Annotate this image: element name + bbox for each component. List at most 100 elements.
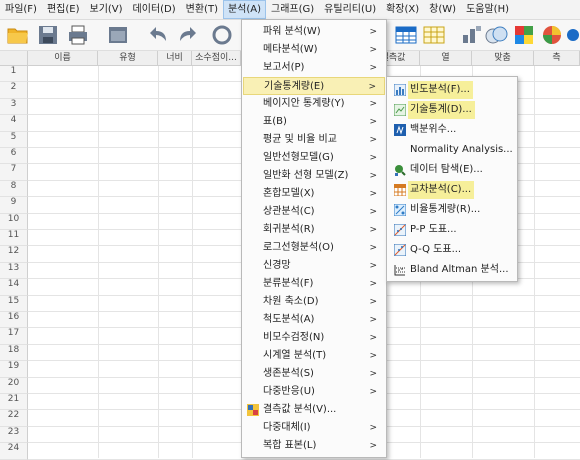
row-header[interactable]: 5 [0,131,28,148]
chevron-right-icon: > [369,441,377,451]
menu-graphs[interactable]: 그래프(G) [266,0,319,19]
value-labels-icon[interactable] [422,23,446,47]
menu-item-tables[interactable]: 표(B) > [243,113,385,131]
menu-item-complex-samples[interactable]: 복합 표본(L) > [243,437,385,455]
menu-edit[interactable]: 편집(E) [42,0,85,19]
menu-window[interactable]: 창(W) [424,0,461,19]
chevron-right-icon: > [369,297,377,307]
row-header[interactable]: 2 [0,82,28,99]
chevron-right-icon: > [369,333,377,343]
menu-analyze[interactable]: 분석(A) [222,0,267,19]
row-header[interactable]: 18 [0,344,28,362]
row-header[interactable]: 6 [0,148,28,165]
pp-plot-icon [394,224,406,236]
menu-extensions[interactable]: 확장(X) [381,0,424,19]
row-header[interactable]: 10 [0,213,28,230]
menu-item-multiple-response[interactable]: 다중반응(U) > [243,383,385,401]
menu-data[interactable]: 데이터(D) [128,0,181,19]
save-icon[interactable] [36,23,60,47]
row-header[interactable]: 4 [0,115,28,132]
menu-help[interactable]: 도움말(H) [461,0,514,19]
row-header[interactable]: 7 [0,164,28,181]
row-header[interactable]: 9 [0,197,28,214]
menu-item-nonparametric[interactable]: 비모수검정(N) > [243,329,385,347]
row-header[interactable]: 21 [0,394,28,411]
redo-icon[interactable] [176,23,200,47]
menu-item-ratio[interactable]: 비율통계량(R)... [388,201,516,219]
row-header[interactable]: 8 [0,180,28,198]
column-header-type[interactable]: 유형 [98,51,158,66]
menu-item-meta-analysis[interactable]: 메타분석(W) > [243,41,385,59]
menu-item-time-series[interactable]: 시계열 분석(T) > [243,347,385,365]
menu-item-dimension-reduction[interactable]: 차원 축소(D) > [243,293,385,311]
select-cases-icon[interactable] [512,23,536,47]
menu-item-neural-networks[interactable]: 신경망 > [243,257,385,275]
column-header-width[interactable]: 너비 [158,51,192,66]
chevron-right-icon: > [369,189,377,199]
column-header-measure[interactable]: 측 [534,51,580,66]
dialog-recall-icon[interactable] [106,23,130,47]
variables-icon[interactable] [394,23,418,47]
row-header[interactable]: 15 [0,295,28,312]
column-header-name[interactable]: 이름 [28,51,98,66]
menu-item-loglinear[interactable]: 로그선형분석(O) > [243,239,385,257]
percentiles-icon [394,124,406,136]
goto-case-icon[interactable] [210,23,234,47]
row-header[interactable]: 19 [0,361,28,378]
chevron-right-icon: > [369,153,377,163]
insert-variable-icon[interactable] [460,23,484,47]
menu-transform[interactable]: 변환(T) [181,0,223,19]
menu-item-percentiles[interactable]: 백분위수... [388,121,516,139]
toolbar-overflow-icon[interactable] [566,23,580,47]
print-icon[interactable] [66,23,90,47]
menu-item-descriptive-statistics[interactable]: 기술통계량(E) > [243,77,385,95]
row-header[interactable]: 24 [0,443,28,460]
menu-item-regression[interactable]: 회귀분석(R) > [243,221,385,239]
chevron-right-icon: > [369,63,377,73]
chevron-right-icon: > [369,351,377,361]
menu-item-generalized-linear-model[interactable]: 일반화 선형 모델(Z) > [243,167,385,185]
menu-item-frequencies[interactable]: 빈도분석(F)... [388,81,516,99]
menu-item-scale[interactable]: 척도분석(A) > [243,311,385,329]
menu-item-qq-plots[interactable]: Q-Q 도표... [388,241,516,259]
menu-item-multiple-imputation[interactable]: 다중대체(I) > [243,419,385,437]
row-header[interactable]: 20 [0,377,28,394]
row-header[interactable]: 12 [0,246,28,263]
chevron-right-icon: > [369,261,377,271]
menu-item-crosstabs[interactable]: 교차분석(C)... [388,181,516,199]
row-header[interactable]: 16 [0,312,28,329]
menu-item-compare-means[interactable]: 평균 및 비율 비교 > [243,131,385,149]
row-header[interactable]: 22 [0,410,28,427]
menu-item-bayesian[interactable]: 베이지안 통계량(Y) > [243,95,385,113]
menu-file[interactable]: 파일(F) [0,0,42,19]
row-header[interactable]: 11 [0,230,28,247]
row-header[interactable]: 13 [0,262,28,280]
menu-item-classify[interactable]: 분류분석(F) > [243,275,385,293]
menu-item-bland-altman[interactable]: Bland Altman 분석... [388,261,516,279]
menu-item-correlate[interactable]: 상관분석(C) > [243,203,385,221]
menu-item-reports[interactable]: 보고서(P) > [243,59,385,77]
menu-item-missing-value-analysis[interactable]: 결측값 분석(V)... [243,401,385,419]
row-header[interactable]: 23 [0,426,28,444]
menu-item-mixed-models[interactable]: 혼합모델(X) > [243,185,385,203]
undo-icon[interactable] [146,23,170,47]
menu-item-general-linear-model[interactable]: 일반선형모델(G) > [243,149,385,167]
menu-item-survival[interactable]: 생존분석(S) > [243,365,385,383]
menu-item-pp-plots[interactable]: P-P 도표... [388,221,516,239]
menu-item-explore[interactable]: 데이터 탐색(E)... [388,161,516,179]
menu-item-normality-analysis[interactable]: Normality Analysis... [388,141,516,159]
row-header[interactable]: 3 [0,98,28,116]
use-sets-icon[interactable] [540,23,564,47]
menu-item-power-analysis[interactable]: 파워 분석(W) > [243,23,385,41]
menu-item-descriptives[interactable]: 기술통계(D)... [388,101,516,119]
split-file-icon[interactable] [484,23,508,47]
row-header[interactable]: 17 [0,328,28,345]
row-header[interactable]: 14 [0,279,28,296]
menu-utilities[interactable]: 유틸리티(U) [319,0,381,19]
column-header-columns[interactable]: 열 [420,51,472,66]
open-folder-icon[interactable] [6,23,30,47]
row-header[interactable]: 1 [0,66,28,83]
menu-view[interactable]: 보기(V) [85,0,128,19]
column-header-align[interactable]: 맞춤 [472,51,534,66]
column-header-decimals[interactable]: 소수점이... [192,51,241,66]
